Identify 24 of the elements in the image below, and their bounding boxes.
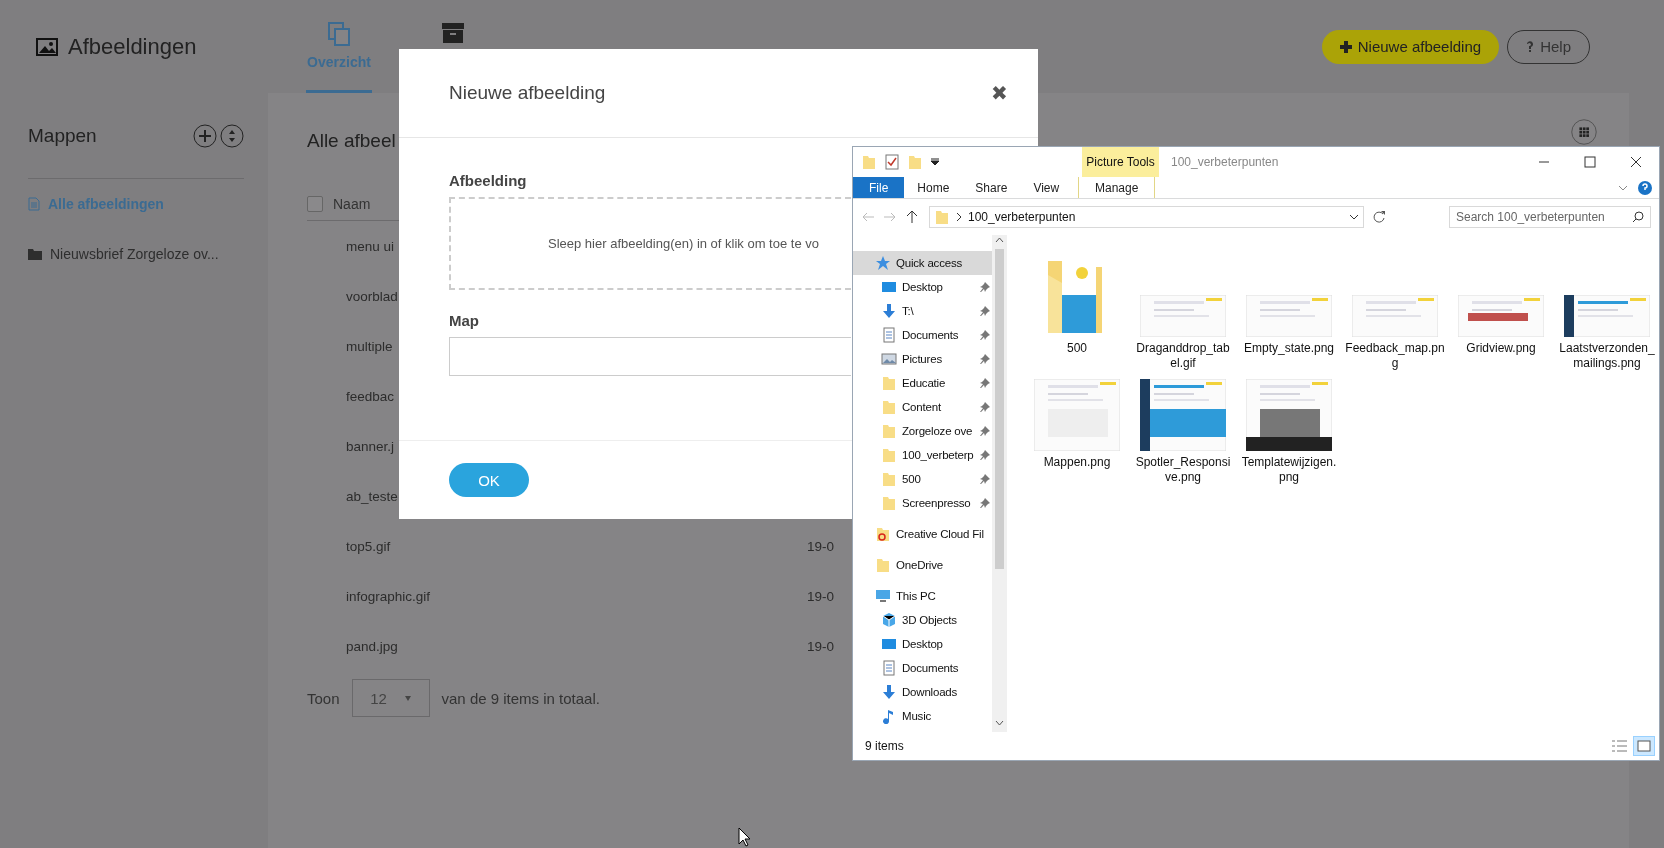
file-name: voorblad: [346, 288, 398, 304]
file-name: menu ui: [346, 238, 395, 254]
dialog-title: Nieuwe afbeelding: [449, 82, 607, 104]
file-name: multiple: [346, 338, 393, 354]
file-name: top5.gif: [346, 538, 391, 554]
file-name: ab_teste: [346, 488, 398, 504]
item-count: 9 items: [865, 739, 905, 753]
section-title: Alle afbeel: [307, 129, 397, 152]
address-path: 100_verbeterpunten: [968, 210, 1077, 224]
window-title: 100_verbeterpunten: [1170, 154, 1280, 171]
items-summary: van de 9 items in totaal.: [441, 689, 600, 707]
file-name: feedbac: [346, 388, 395, 404]
image-label: Afbeelding: [449, 172, 527, 189]
show-label: Toon: [307, 689, 340, 707]
date-cell: 19-0: [807, 588, 835, 604]
page-title: Afbeeldingen: [68, 33, 197, 60]
date-cell: 19-0: [807, 638, 835, 654]
folder-label: Map: [449, 312, 479, 329]
context-tab-group: Picture Tools: [1082, 147, 1159, 177]
folders-heading: Mappen: [28, 124, 98, 147]
file-name: pand.jpg: [346, 638, 398, 654]
date-cell: 19-0: [807, 538, 835, 554]
file-name: banner.j: [346, 438, 395, 454]
file-name: infographic.gif: [346, 588, 431, 604]
